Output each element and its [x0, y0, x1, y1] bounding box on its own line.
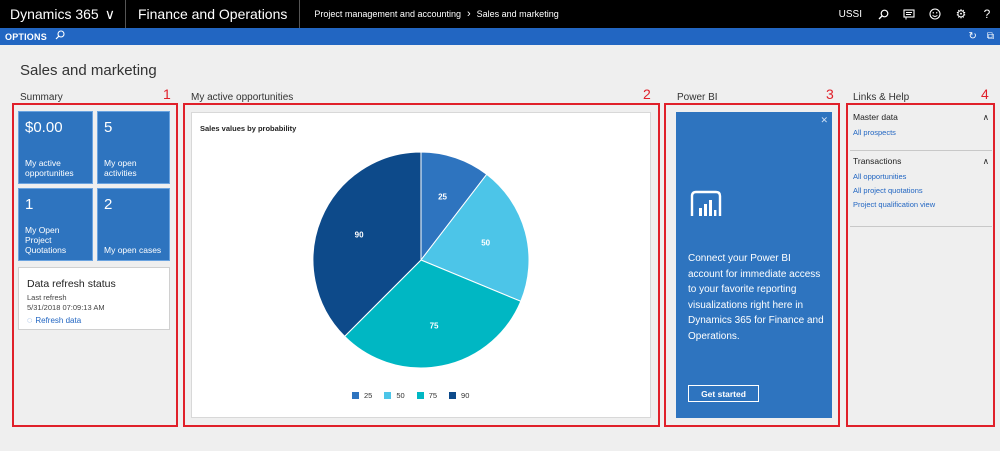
top-nav-bar: Dynamics 365 ∨ Finance and Operations Pr… — [0, 0, 1000, 28]
link-all-opportunities[interactable]: All opportunities — [853, 172, 993, 181]
data-label-25: 25 — [438, 193, 447, 202]
data-label-50: 50 — [481, 239, 490, 248]
action-search-icon[interactable] — [55, 30, 65, 43]
annotation-number-4: 4 — [981, 86, 989, 102]
brand-menu[interactable]: Dynamics 365 ∨ — [0, 0, 126, 28]
legend-label: 90 — [461, 391, 470, 400]
tile-value: 2 — [104, 196, 113, 213]
tile-value: $0.00 — [25, 119, 63, 136]
legend-item-25[interactable]: 25 — [352, 391, 372, 400]
message-icon[interactable] — [896, 0, 922, 28]
divider — [850, 150, 992, 151]
tile-open-cases[interactable]: 2 My open cases — [97, 188, 170, 261]
search-icon[interactable] — [870, 0, 896, 28]
section-label-powerbi: Power BI — [677, 92, 718, 103]
tile-value: 5 — [104, 119, 113, 136]
group-header[interactable]: Master data ∧ — [853, 112, 993, 123]
legend-swatch — [416, 392, 424, 399]
legend-label: 50 — [396, 391, 405, 400]
group-header-label: Transactions — [853, 156, 902, 166]
pie-chart: 25 50 75 90 — [312, 151, 530, 369]
chevron-down-icon: ∨ — [104, 5, 115, 22]
link-all-project-quotations[interactable]: All project quotations — [853, 186, 993, 195]
section-label-links: Links & Help — [853, 92, 910, 103]
links-group-master-data: Master data ∧ All prospects — [853, 112, 993, 137]
divider — [850, 226, 992, 227]
legend-swatch — [384, 392, 392, 399]
refresh-title: Data refresh status — [27, 278, 116, 290]
powerbi-message: Connect your Power BI account for immedi… — [688, 253, 824, 342]
legend-item-50[interactable]: 50 — [384, 391, 405, 400]
legend-item-90[interactable]: 90 — [449, 391, 469, 400]
tile-label: My Open Project Quotations — [25, 225, 67, 255]
open-new-window-icon[interactable]: ⧉ — [987, 31, 994, 42]
refresh-data-link[interactable]: ◌ Refresh data — [27, 315, 81, 325]
legend-swatch — [449, 392, 457, 399]
chevron-up-icon: ∧ — [982, 156, 989, 166]
breadcrumb-item-module[interactable]: Project management and accounting — [314, 9, 461, 19]
data-refresh-card: Data refresh status Last refresh 5/31/20… — [18, 267, 170, 330]
get-started-button[interactable]: Get started — [688, 385, 759, 402]
help-icon[interactable]: ? — [974, 0, 1000, 28]
links-group-transactions: Transactions ∧ All opportunities All pro… — [853, 156, 993, 209]
refresh-data-label: Refresh data — [35, 315, 82, 325]
annotation-box-4 — [846, 103, 995, 427]
breadcrumb: Project management and accounting › Sale… — [300, 8, 558, 20]
brand-label: Dynamics 365 — [10, 6, 99, 22]
options-tab[interactable]: OPTIONS — [0, 32, 47, 42]
refresh-spinner-icon: ◌ — [27, 315, 33, 325]
gear-icon[interactable]: ⚙ — [948, 0, 974, 28]
page-title: Sales and marketing — [20, 62, 157, 79]
annotation-number-2: 2 — [643, 86, 651, 102]
breadcrumb-item-page[interactable]: Sales and marketing — [477, 9, 559, 19]
action-pane: OPTIONS ↻ ⧉ — [0, 28, 1000, 45]
close-icon[interactable]: ✕ — [820, 115, 828, 126]
section-label-opportunities: My active opportunities — [191, 92, 294, 103]
refresh-timestamp: 5/31/2018 07:09:13 AM — [27, 303, 105, 312]
section-label-summary: Summary — [20, 92, 63, 103]
smiley-icon[interactable] — [922, 0, 948, 28]
company-picker[interactable]: USSI — [831, 9, 870, 20]
refresh-last-label: Last refresh — [27, 293, 67, 302]
annotation-number-3: 3 — [826, 86, 834, 102]
legend-label: 25 — [364, 391, 373, 400]
group-header[interactable]: Transactions ∧ — [853, 156, 993, 167]
chart-legend: 25 50 75 90 — [352, 391, 469, 400]
tile-active-opportunities[interactable]: $0.00 My active opportunities — [18, 111, 93, 184]
tile-label: My open activities — [104, 158, 137, 178]
link-project-qualification-view[interactable]: Project qualification view — [853, 200, 993, 209]
app-name[interactable]: Finance and Operations — [126, 0, 301, 28]
legend-item-75[interactable]: 75 — [416, 391, 438, 400]
tile-open-activities[interactable]: 5 My open activities — [97, 111, 170, 184]
tile-label: My active opportunities — [25, 158, 74, 178]
legend-swatch — [352, 392, 359, 399]
data-label-75: 75 — [430, 322, 439, 331]
link-all-prospects[interactable]: All prospects — [853, 128, 993, 137]
tile-label: My open cases — [104, 245, 162, 255]
powerbi-panel: ✕ Connect your Power BI account for imme… — [676, 112, 832, 418]
legend-label: 75 — [428, 391, 438, 400]
refresh-icon[interactable]: ↻ — [968, 31, 976, 42]
tile-value: 1 — [25, 196, 34, 213]
opportunities-chart-card: Sales values by probability 25 50 75 90 25 5… — [191, 112, 651, 418]
powerbi-logo-icon — [690, 190, 722, 216]
group-header-label: Master data — [853, 112, 898, 122]
chevron-right-icon: › — [466, 8, 471, 20]
chevron-up-icon: ∧ — [982, 112, 989, 122]
tile-open-project-quotations[interactable]: 1 My Open Project Quotations — [18, 188, 93, 261]
data-label-90: 90 — [355, 230, 364, 239]
annotation-number-1: 1 — [163, 86, 171, 102]
